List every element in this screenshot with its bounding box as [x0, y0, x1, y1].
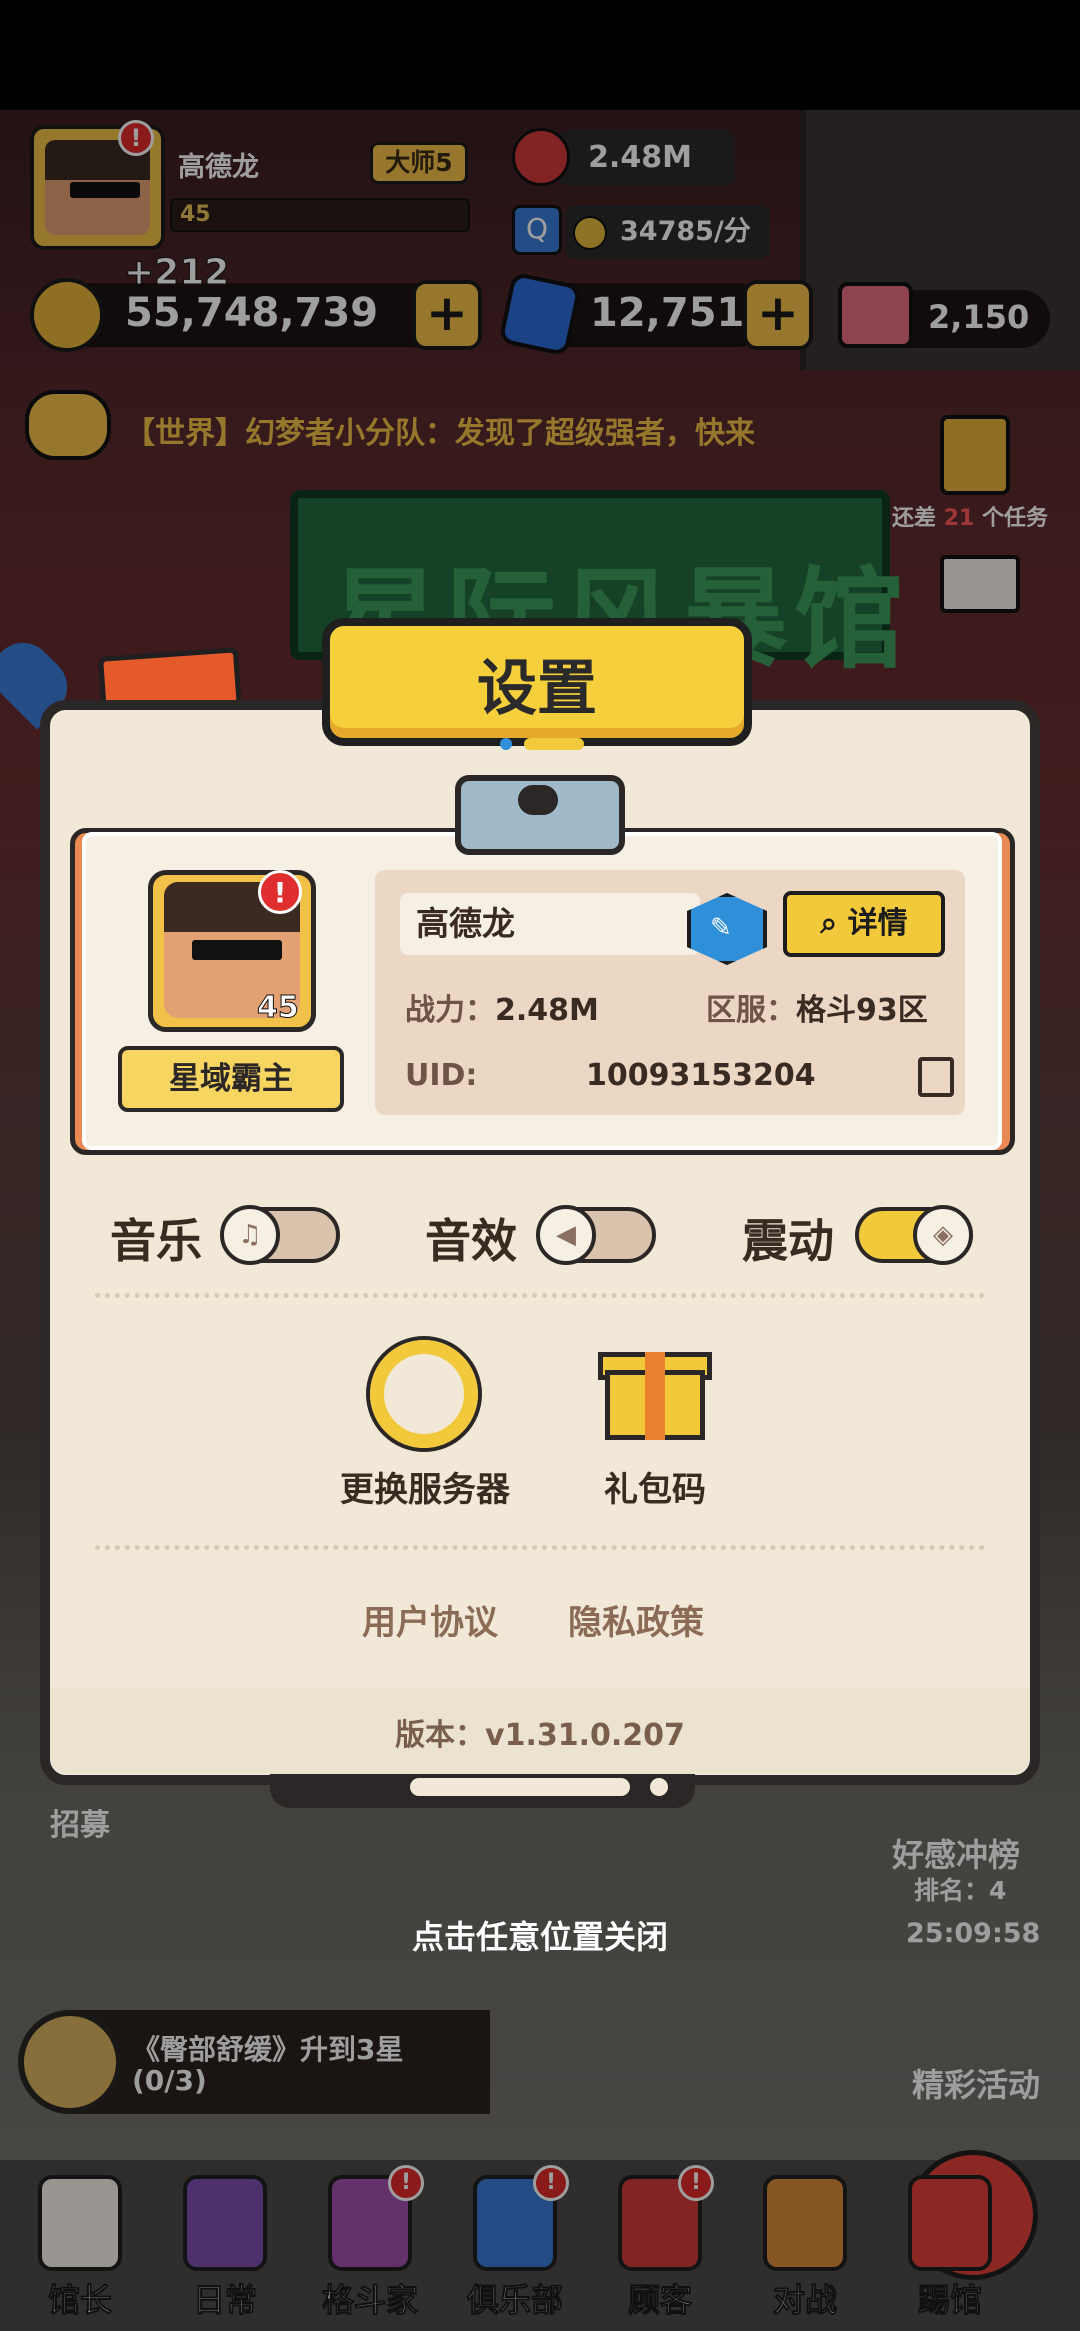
detail-button-label: 详情	[847, 906, 908, 941]
server-value: 格斗93区	[796, 993, 928, 1028]
uid-value: 10093153204	[586, 1058, 816, 1093]
page-dot	[500, 738, 512, 750]
magnifier-icon: ⌕	[820, 906, 838, 941]
vibration-label: 震动	[742, 1214, 834, 1268]
uid-label: UID:	[405, 1058, 478, 1093]
user-agreement-link[interactable]: 用户协议	[362, 1595, 498, 1644]
copy-icon[interactable]	[918, 1057, 954, 1097]
title-badge: 星域霸主	[118, 1046, 344, 1112]
change-server-label[interactable]: 更换服务器	[300, 1462, 550, 1511]
power-value: 2.48M	[495, 993, 599, 1028]
server-info: 区服：格斗93区	[706, 985, 928, 1029]
dialog-title: 设置	[477, 654, 597, 724]
scroll-dot	[650, 1778, 668, 1796]
status-bar	[0, 0, 1080, 110]
power-label: 战力：	[405, 993, 495, 1028]
speaker-icon: ◀	[536, 1205, 596, 1265]
divider	[95, 1293, 985, 1298]
change-server-icon[interactable]	[370, 1340, 478, 1448]
profile-sunglasses-icon	[192, 940, 282, 960]
profile-name-field: 高德龙	[400, 893, 700, 955]
page-indicator	[500, 738, 590, 750]
vibration-icon: ◈	[913, 1205, 973, 1265]
sfx-label: 音效	[425, 1214, 517, 1268]
music-note-icon: ♫	[220, 1205, 280, 1265]
page-dot-active	[524, 738, 584, 750]
gift-code-label[interactable]: 礼包码	[555, 1462, 755, 1511]
server-label: 区服：	[706, 993, 796, 1028]
divider	[95, 1545, 985, 1550]
privacy-policy-link[interactable]: 隐私政策	[568, 1595, 704, 1644]
power-info: 战力：2.48M	[405, 985, 599, 1029]
music-label: 音乐	[110, 1214, 202, 1268]
pencil-icon: ✎	[710, 913, 732, 943]
gift-ribbon	[645, 1352, 665, 1440]
scroll-handle[interactable]	[410, 1778, 630, 1796]
clip-hole	[518, 785, 558, 815]
version-text: 版本：v1.31.0.207	[395, 1718, 685, 1753]
close-hint[interactable]: 点击任意位置关闭	[0, 1912, 1080, 1958]
profile-alert-icon: !	[258, 870, 302, 914]
profile-level: 45	[257, 990, 300, 1026]
detail-button[interactable]: ⌕ 详情	[783, 891, 945, 957]
